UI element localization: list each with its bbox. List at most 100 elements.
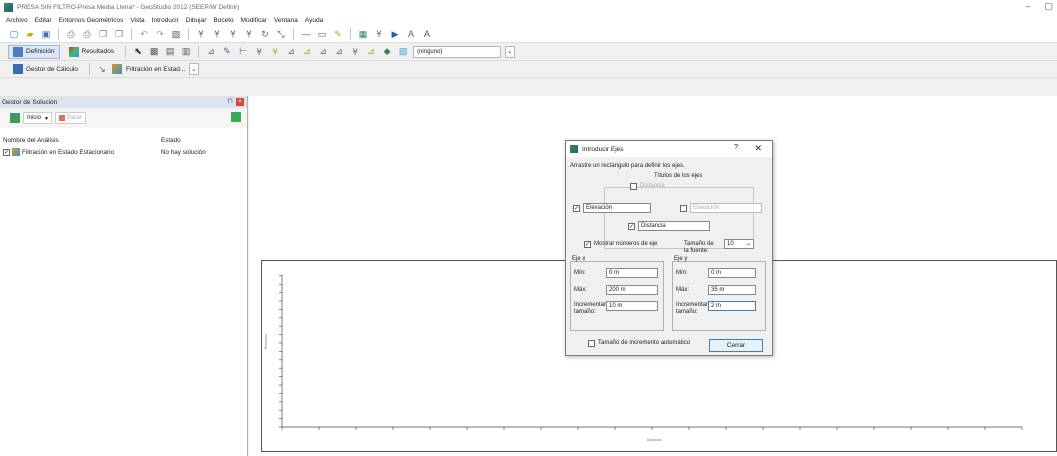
top-title-checkbox[interactable] <box>630 183 637 190</box>
start-button[interactable]: Inicio ▾ <box>23 112 53 124</box>
minimize-button[interactable]: – <box>1025 1 1030 12</box>
axis-icon[interactable]: Ұ <box>373 28 385 40</box>
view-combo[interactable]: (ninguno) <box>413 45 502 58</box>
definicion-button[interactable]: Definición <box>8 44 60 59</box>
dimension-icon[interactable]: ⊢ <box>237 46 249 58</box>
flux-icon[interactable]: ⊿ <box>285 46 297 58</box>
rotate-icon[interactable]: ↻ <box>259 28 271 40</box>
close-icon[interactable]: × <box>236 98 244 106</box>
draw-region-icon[interactable]: Ұ <box>227 28 239 40</box>
y-min-label: Mín: <box>676 270 688 276</box>
materials-icon[interactable]: ▥ <box>180 46 192 58</box>
menu-editar[interactable]: Editar <box>35 17 52 24</box>
draw-point-icon[interactable]: Ұ <box>195 28 207 40</box>
menu-ventana[interactable]: Ventana <box>274 17 298 24</box>
menu-introducir[interactable]: Introducir <box>152 17 179 24</box>
draw-flow-icon[interactable]: ⊿ <box>317 46 329 58</box>
restore-button[interactable]: ▢ <box>1044 1 1053 12</box>
help-button[interactable]: ? <box>734 144 738 151</box>
dialog-close-button[interactable]: ✕ <box>754 143 762 154</box>
x-ticks <box>281 427 1023 430</box>
axes-icon[interactable]: Ұ <box>253 46 265 58</box>
pan-icon[interactable]: ⤡ <box>275 28 287 40</box>
menu-archivo[interactable]: Archivo <box>6 17 28 24</box>
table-row[interactable]: ✓ Filtración en Estado Estacionario No h… <box>0 146 247 158</box>
properties-icon[interactable]: ▤ <box>164 46 176 58</box>
panel-toolbar: Inicio ▾ Parar <box>0 108 247 128</box>
analysis-table: Nombre del Análisis Estado ✓ Filtración … <box>0 134 247 158</box>
flag-icon[interactable]: ▶ <box>389 28 401 40</box>
menu-ayuda[interactable]: Ayuda <box>305 17 323 24</box>
text-cursor-icon[interactable]: A <box>421 28 433 40</box>
print-preview-icon[interactable]: ⎙ <box>81 28 93 40</box>
dialog-cerrar-button[interactable]: Cerrar <box>709 339 763 352</box>
title-bar: PRESA SIN FILTRO-Presa Media Llena* - Ge… <box>0 0 1057 14</box>
right-title-checkbox[interactable] <box>680 205 687 212</box>
show-numbers-checkbox[interactable]: ✓ <box>584 241 591 248</box>
colors-icon[interactable]: ◆ <box>381 46 393 58</box>
undo-icon[interactable]: ↶ <box>138 28 150 40</box>
gradient-icon[interactable]: ⊿ <box>365 46 377 58</box>
menu-dibujar[interactable]: Dibujar <box>186 17 207 24</box>
graph-icon[interactable]: ▦ <box>357 28 369 40</box>
pencil-icon[interactable]: ✎ <box>221 46 233 58</box>
font-size-select[interactable]: 10 ⌄ <box>724 239 754 249</box>
sketch-icon[interactable]: ⊿ <box>205 46 217 58</box>
new-file-icon[interactable]: ▢ <box>8 28 20 40</box>
right-title-field[interactable]: Elevación <box>690 203 762 213</box>
y-max-field[interactable]: 35 m <box>708 285 756 295</box>
menu-vista[interactable]: Vista <box>130 17 144 24</box>
save-icon[interactable]: ▣ <box>40 28 52 40</box>
view-combo-dropdown[interactable]: ⌄ <box>505 45 516 58</box>
boundary-icon[interactable]: Ұ <box>269 46 281 58</box>
analysis-name: Filtración en Estado Estacionario <box>22 148 115 156</box>
analysis-checkbox[interactable]: ✓ <box>3 148 10 156</box>
select-arrow-icon[interactable]: ⬉ <box>132 46 144 58</box>
solution-manager-panel: Gestor de Solución ⊓ × Inicio ▾ Parar No… <box>0 96 248 456</box>
titles-header: Títulos de los ejes <box>654 173 703 179</box>
resultados-button[interactable]: Resultados <box>64 45 120 59</box>
paste-icon[interactable]: ❒ <box>113 28 125 40</box>
text-style-icon[interactable]: A <box>405 28 417 40</box>
start-label: Inicio <box>27 115 42 121</box>
pen-color-icon[interactable]: ✎ <box>332 28 344 40</box>
x-inc-field[interactable]: 10 m <box>606 301 658 311</box>
pin-icon[interactable]: ⊓ <box>228 97 233 105</box>
x-min-field[interactable]: 0 m <box>606 268 658 278</box>
line-style-icon[interactable]: — <box>300 28 312 40</box>
open-folder-icon[interactable]: ▰ <box>24 28 36 40</box>
show-numbers-label: Mostrar números de eje <box>594 241 658 247</box>
left-title-checkbox[interactable]: ✓ <box>573 205 580 212</box>
gestor-calculo-button[interactable]: Gestor de Cálculo <box>8 62 83 76</box>
fill-style-icon[interactable]: ▭ <box>316 28 328 40</box>
draw-line-icon[interactable]: Ұ <box>211 28 223 40</box>
auto-inc-checkbox[interactable] <box>588 340 595 347</box>
redo-icon[interactable]: ↷ <box>154 28 166 40</box>
select-region-icon[interactable]: ▩ <box>148 46 160 58</box>
analysis-dropdown[interactable]: ⌄ <box>189 63 200 75</box>
left-title-field[interactable]: Elevación <box>583 203 651 213</box>
x-inc-label: Incrementar tamaño: <box>574 302 607 315</box>
refresh-icon[interactable] <box>231 112 241 122</box>
analysis-toolbar: Gestor de Cálculo ↘ Filtración en Estad.… <box>0 61 1057 78</box>
analysis-tree-icon[interactable]: ↘ <box>96 63 108 75</box>
y-inc-field[interactable]: 2 m <box>708 301 756 311</box>
menu-modificar[interactable]: Modificar <box>241 17 267 24</box>
contour-icon[interactable]: ⊿ <box>301 46 313 58</box>
menu-boceto[interactable]: Boceto <box>213 17 233 24</box>
chevron-down-icon: ⌄ <box>191 66 197 73</box>
bottom-title-checkbox[interactable]: ✓ <box>628 223 635 230</box>
zoom-objects-icon[interactable]: ▧ <box>170 28 182 40</box>
menu-entornos[interactable]: Entornos Geométricos <box>59 17 124 24</box>
print-icon[interactable]: ⎙ <box>65 28 77 40</box>
copy-icon[interactable]: ❐ <box>97 28 109 40</box>
bottom-title-field[interactable]: Distancia <box>638 221 710 231</box>
x-max-field[interactable]: 200 m <box>606 285 658 295</box>
stop-button[interactable]: Parar <box>55 112 86 124</box>
palette-icon[interactable]: ▨ <box>397 46 409 58</box>
draw-mesh-icon[interactable]: Ұ <box>243 28 255 40</box>
analysis-selector[interactable]: Filtración en Estad... <box>126 66 185 73</box>
section-icon[interactable]: ⊿ <box>333 46 345 58</box>
node-icon[interactable]: Ұ <box>349 46 361 58</box>
y-min-field[interactable]: 0 m <box>708 268 756 278</box>
